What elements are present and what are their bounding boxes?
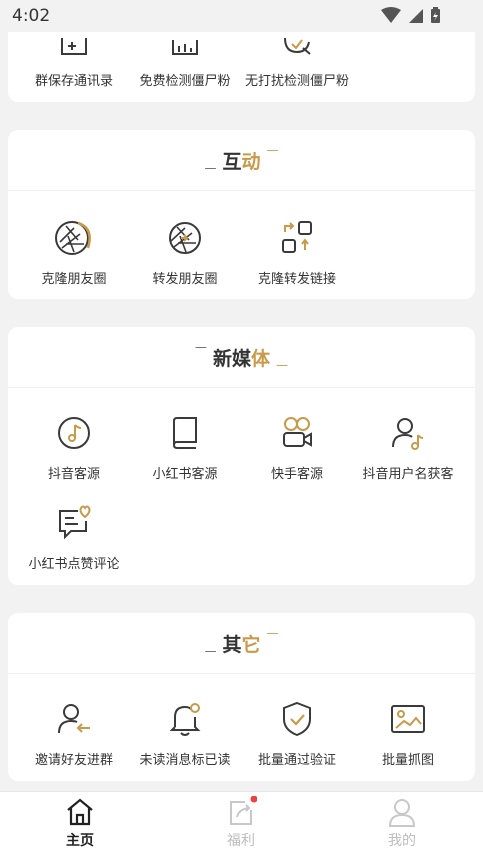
grid-item-label: 无打扰检测僵尸粉 [244, 74, 349, 89]
aperture-icon [55, 221, 91, 255]
status-bar: 4:02 [0, 0, 483, 32]
card-other: — 其它 — 邀请好友进群 未读消息标已读 批量通过验证 批量抓图 [8, 613, 475, 781]
grid-item-label: 免费检测僵尸粉 [139, 74, 231, 89]
grid-item-label: 未读消息标已读 [139, 753, 231, 768]
grid-item-label: 小红书点赞评论 [28, 557, 120, 572]
title-dash-left: — [204, 161, 217, 175]
grid-item-clone-moments[interactable]: 克隆朋友圈 [18, 218, 130, 298]
section-title-accent: 体 [251, 347, 271, 370]
divider [8, 190, 475, 191]
grid-item-douyin-leads[interactable]: 抖音客源 [18, 413, 130, 493]
grid-item-label: 克隆转发链接 [257, 272, 336, 287]
wifi-signal-battery-icon [381, 7, 440, 23]
grid-item-label: 群保存通讯录 [34, 74, 113, 89]
section-title-accent: 它 [241, 633, 261, 656]
grid-item-label: 快手客源 [270, 467, 323, 482]
share-box-icon [230, 796, 257, 825]
link-swap-icon [282, 221, 312, 253]
home-icon [67, 798, 93, 826]
grid-item-xiaohongshu-leads[interactable]: 小红书客源 [129, 413, 241, 493]
grid-item-batch-verify[interactable]: 批量通过验证 [241, 699, 353, 779]
grid-item-label: 转发朋友圈 [152, 272, 218, 287]
comment-heart-icon [59, 505, 91, 540]
nav-label: 福利 [227, 833, 255, 849]
grid-item-douyin-username-leads[interactable]: 抖音用户名获客 [352, 413, 464, 493]
grid-item-clone-forward-link[interactable]: 克隆转发链接 [241, 218, 353, 298]
divider [8, 387, 475, 388]
title-dash-right: — [276, 358, 289, 372]
grid-item-invite-friends-group[interactable]: 邀请好友进群 [18, 699, 130, 779]
grid-item-silent-zombie-check[interactable]: 无打扰检测僵尸粉 [241, 20, 353, 100]
grid-item-label: 小红书客源 [152, 467, 218, 482]
title-dash-left: — [194, 340, 207, 354]
grid-item-label: 批量通过验证 [257, 753, 336, 768]
grid-item-label: 批量抓图 [381, 753, 434, 768]
video-camera-icon [283, 417, 312, 447]
user-invite-icon [58, 704, 90, 734]
image-icon [391, 705, 425, 733]
grid-item-forward-moments[interactable]: 转发朋友圈 [129, 218, 241, 298]
divider [8, 673, 475, 674]
nav-item-mine[interactable]: 我的 [362, 796, 442, 850]
nav-item-home[interactable]: 主页 [40, 796, 120, 850]
nav-label: 我的 [388, 833, 416, 849]
title-dash-left: — [204, 644, 217, 658]
status-time: 4:02 [12, 6, 51, 26]
grid-item-group-save-contacts[interactable]: 群保存通讯录 [18, 20, 130, 100]
title-dash-right: — [266, 626, 279, 640]
section-title-new-media: — 新媒体 — [8, 327, 475, 387]
nav-item-welfare[interactable]: 福利 [201, 796, 281, 850]
grid-item-xiaohongshu-like-comment[interactable]: 小红书点赞评论 [18, 503, 130, 583]
section-title-other: — 其它 — [8, 613, 475, 673]
grid-item-label: 邀请好友进群 [34, 753, 113, 768]
user-music-icon [392, 418, 424, 450]
bell-icon [169, 703, 201, 736]
card-new-media: — 新媒体 — 抖音客源 小红书客源 快手客源 抖音用户名获客 小红书点赞评论 [8, 327, 475, 585]
music-note-icon [58, 417, 90, 449]
book-icon [172, 417, 197, 449]
grid-item-label: 抖音客源 [47, 467, 100, 482]
bottom-nav: 主页 福利 我的 [0, 791, 483, 860]
shield-check-icon [283, 701, 311, 737]
grid-item-free-zombie-check[interactable]: 免费检测僵尸粉 [129, 20, 241, 100]
grid-item-label: 抖音用户名获客 [362, 467, 454, 482]
section-title-text: 其 [222, 633, 242, 656]
grid-item-batch-grab-images[interactable]: 批量抓图 [352, 699, 464, 779]
grid-item-mark-unread-read[interactable]: 未读消息标已读 [129, 699, 241, 779]
title-dash-right: — [266, 143, 279, 157]
nav-label: 主页 [66, 833, 94, 849]
user-icon [388, 799, 416, 827]
card-interact: — 互动 — 克隆朋友圈 转发朋友圈 克隆转发链接 [8, 130, 475, 299]
section-title-text: 互 [222, 150, 242, 173]
section-title-text: 新媒 [212, 347, 251, 370]
grid-item-label: 克隆朋友圈 [41, 272, 107, 287]
aperture-forward-icon [169, 222, 201, 254]
status-icons [379, 6, 449, 30]
section-title-accent: 动 [241, 150, 261, 173]
notification-badge [250, 796, 257, 803]
section-title-interact: — 互动 — [8, 130, 475, 190]
grid-item-kuaishou-leads[interactable]: 快手客源 [241, 413, 353, 493]
